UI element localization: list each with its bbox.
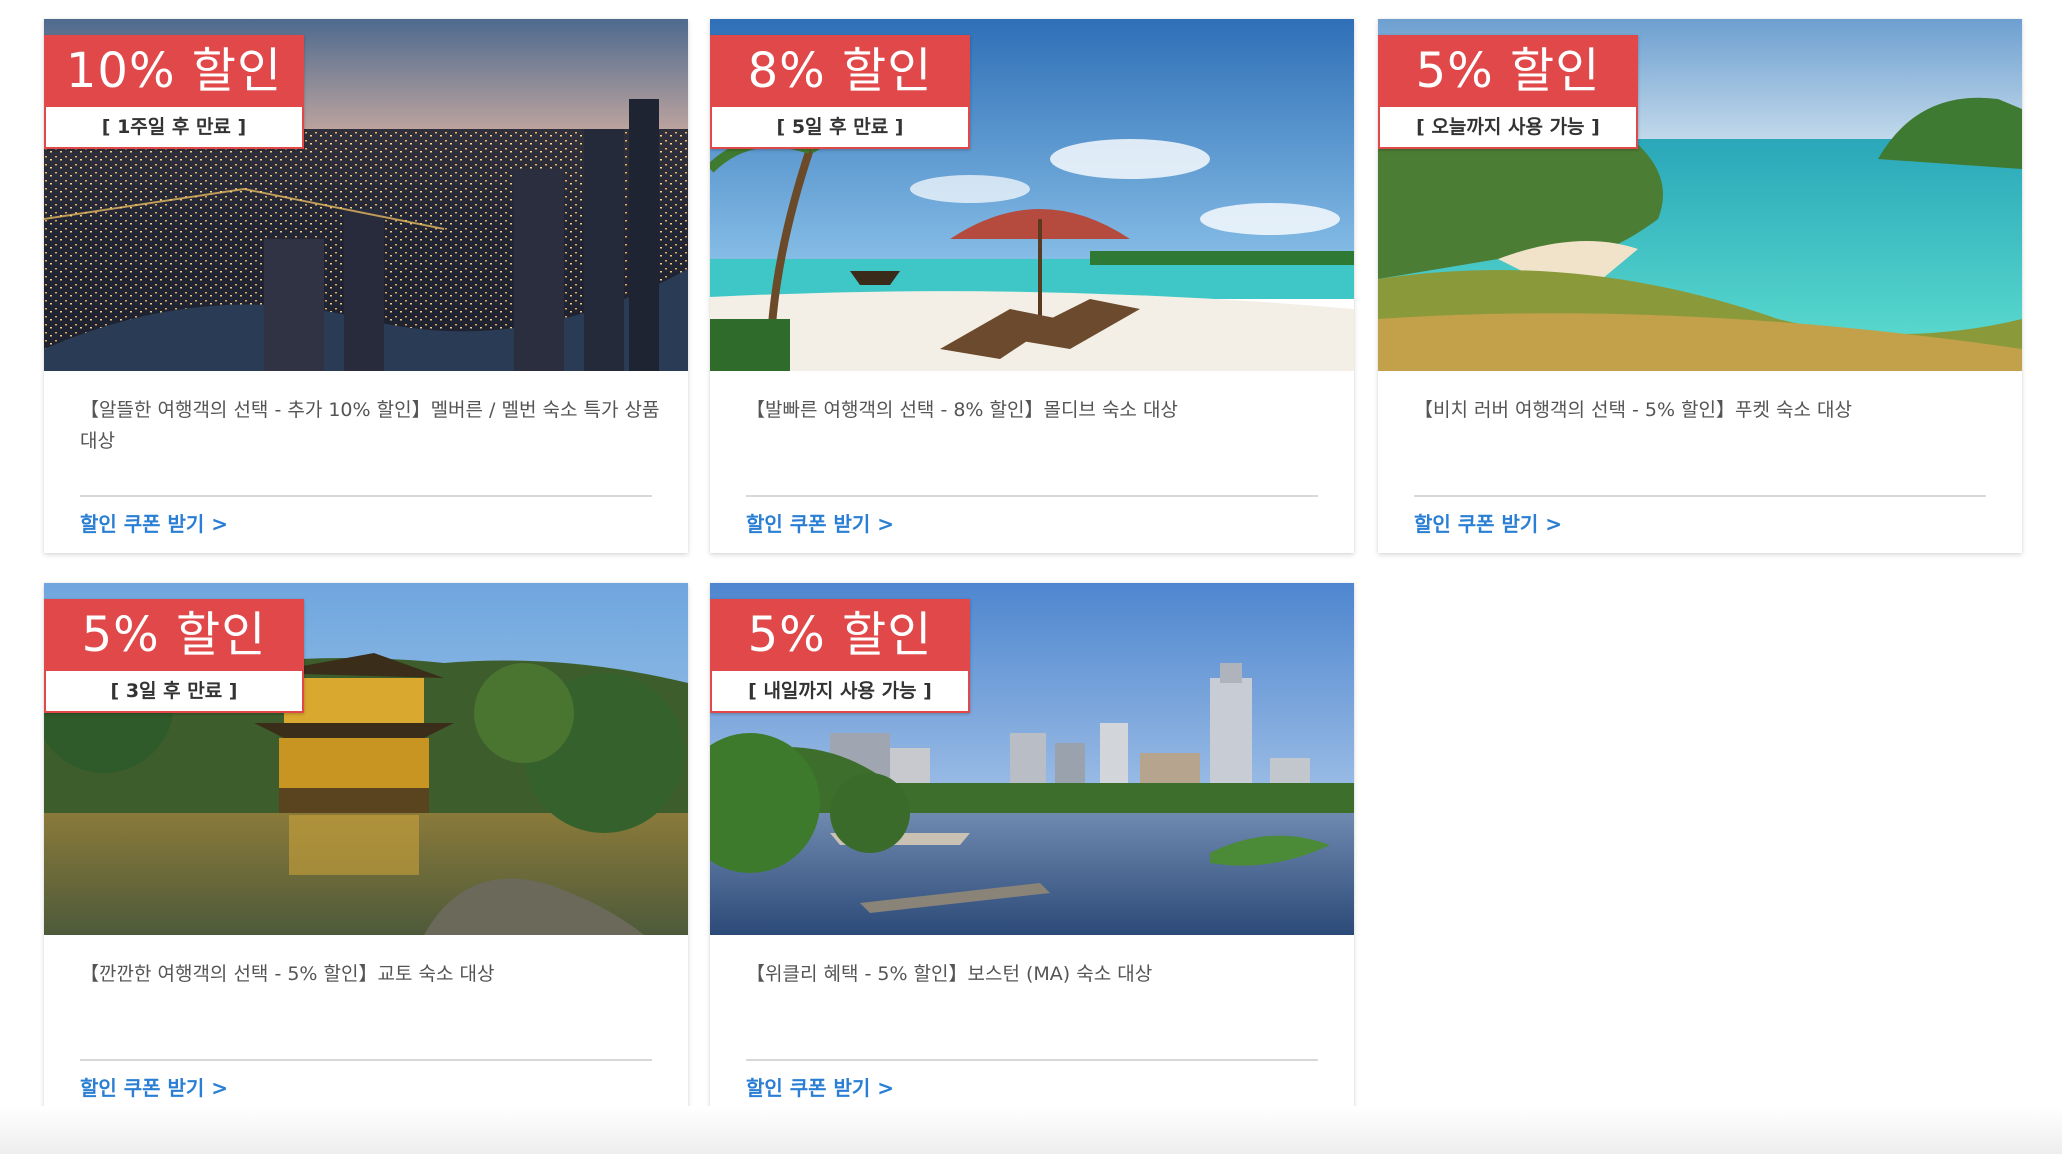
get-coupon-link[interactable]: 할인 쿠폰 받기 > (746, 509, 894, 539)
expiry-label: [ 1주일 후 만료 ] (44, 107, 304, 149)
discount-badge: 5% 할인 [ 오늘까지 사용 가능 ] (1378, 35, 1638, 149)
coupon-card[interactable]: 5% 할인 [ 내일까지 사용 가능 ] 【위클리 혜택 - 5% 할인】보스턴… (710, 583, 1354, 1117)
expiry-label: [ 내일까지 사용 가능 ] (710, 671, 970, 713)
divider (80, 1059, 652, 1061)
divider (746, 1059, 1318, 1061)
get-coupon-link[interactable]: 할인 쿠폰 받기 > (746, 1073, 894, 1103)
page-bottom-shade (0, 1106, 2062, 1154)
coupon-card[interactable]: 5% 할인 [ 3일 후 만료 ] 【깐깐한 여행객의 선택 - 5% 할인】교… (44, 583, 688, 1117)
divider (1414, 495, 1986, 497)
divider (80, 495, 652, 497)
coupon-title: 【알뜰한 여행객의 선택 - 추가 10% 할인】멜버른 / 멜번 숙소 특가 … (80, 399, 660, 452)
expiry-label: [ 오늘까지 사용 가능 ] (1378, 107, 1638, 149)
discount-label: 5% 할인 (710, 599, 970, 671)
coupon-title: 【발빠른 여행객의 선택 - 8% 할인】몰디브 숙소 대상 (746, 399, 1178, 421)
expiry-label: [ 5일 후 만료 ] (710, 107, 970, 149)
discount-label: 10% 할인 (44, 35, 304, 107)
coupon-title: 【깐깐한 여행객의 선택 - 5% 할인】교토 숙소 대상 (80, 963, 495, 985)
get-coupon-link[interactable]: 할인 쿠폰 받기 > (80, 1073, 228, 1103)
get-coupon-link[interactable]: 할인 쿠폰 받기 > (80, 509, 228, 539)
discount-label: 8% 할인 (710, 35, 970, 107)
discount-label: 5% 할인 (44, 599, 304, 671)
divider (746, 495, 1318, 497)
discount-badge: 5% 할인 [ 3일 후 만료 ] (44, 599, 304, 713)
coupon-card[interactable]: 5% 할인 [ 오늘까지 사용 가능 ] 【비치 러버 여행객의 선택 - 5%… (1378, 19, 2022, 553)
discount-badge: 5% 할인 [ 내일까지 사용 가능 ] (710, 599, 970, 713)
coupon-card[interactable]: 10% 할인 [ 1주일 후 만료 ] 【알뜰한 여행객의 선택 - 추가 10… (44, 19, 688, 553)
get-coupon-link[interactable]: 할인 쿠폰 받기 > (1414, 509, 1562, 539)
coupon-title: 【위클리 혜택 - 5% 할인】보스턴 (MA) 숙소 대상 (746, 963, 1153, 985)
coupon-title: 【비치 러버 여행객의 선택 - 5% 할인】푸켓 숙소 대상 (1414, 399, 1852, 421)
coupon-card[interactable]: 8% 할인 [ 5일 후 만료 ] 【발빠른 여행객의 선택 - 8% 할인】몰… (710, 19, 1354, 553)
expiry-label: [ 3일 후 만료 ] (44, 671, 304, 713)
discount-badge: 8% 할인 [ 5일 후 만료 ] (710, 35, 970, 149)
discount-label: 5% 할인 (1378, 35, 1638, 107)
discount-badge: 10% 할인 [ 1주일 후 만료 ] (44, 35, 304, 149)
